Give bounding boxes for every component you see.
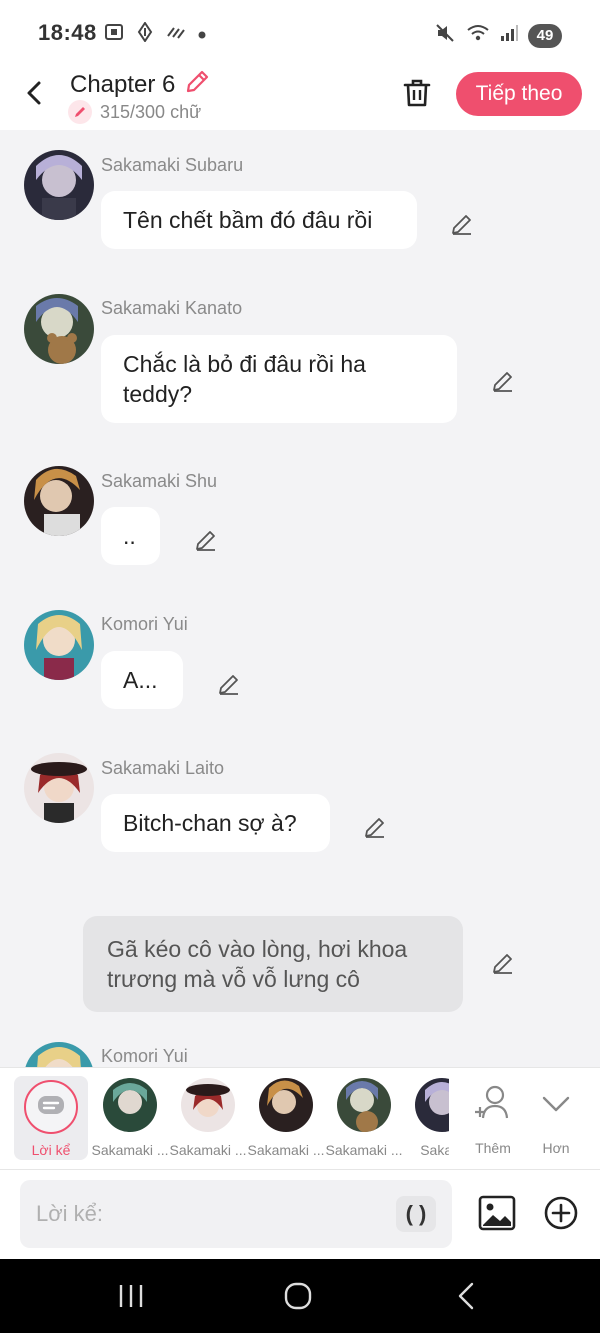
- character-avatar: [259, 1078, 313, 1132]
- status-left-icons: [104, 21, 206, 47]
- plus-circle-icon: [544, 1196, 578, 1230]
- narrator-tab[interactable]: Lời kể: [14, 1076, 88, 1160]
- message-bubble[interactable]: Chắc là bỏ đi đâu rồi ha teddy?: [101, 335, 457, 423]
- character-name: Sakamaki ...: [247, 1142, 325, 1158]
- character-name: Sakamaki ...: [169, 1142, 247, 1158]
- back-nav-button[interactable]: [446, 1281, 486, 1311]
- recent-apps-button[interactable]: [111, 1281, 151, 1311]
- notification-dot-icon: [198, 26, 206, 44]
- page-title: Chapter 6: [70, 70, 176, 98]
- battery-indicator: 49: [528, 23, 562, 48]
- character-avatar: [103, 1078, 157, 1132]
- character-avatar: [181, 1078, 235, 1132]
- next-button[interactable]: Tiếp theo: [456, 72, 582, 116]
- sender-name: Sakamaki Kanato: [101, 298, 243, 318]
- avatar: [24, 753, 94, 823]
- back-button[interactable]: [18, 76, 52, 110]
- chevron-down-icon: [542, 1096, 570, 1112]
- home-button[interactable]: [278, 1281, 318, 1311]
- status-time: 18:48: [38, 20, 97, 45]
- status-bar: 18:48 49: [0, 0, 600, 64]
- more-label: Hơn: [542, 1140, 570, 1156]
- add-character-label: Thêm: [475, 1140, 511, 1156]
- signal-icon: [500, 24, 518, 47]
- edit-narration-icon[interactable]: [490, 950, 516, 976]
- more-button[interactable]: Hơn: [530, 1080, 582, 1160]
- character-item[interactable]: Sakamaki ...: [325, 1076, 403, 1160]
- chat-area: Sakamaki Subaru Tên chết bầm đó đâu rồi …: [0, 130, 600, 1067]
- mute-icon: [434, 22, 456, 49]
- edit-title-icon[interactable]: [183, 68, 211, 101]
- app-logo-icon: [136, 21, 154, 47]
- message-bubble[interactable]: ..: [101, 507, 160, 565]
- character-avatar: [337, 1078, 391, 1132]
- avatar: [24, 294, 94, 364]
- message-bubble[interactable]: Bitch-chan sợ à?: [101, 794, 330, 852]
- narration-bubble[interactable]: Gã kéo cô vào lòng, hơi khoa trương mà v…: [83, 916, 463, 1012]
- edit-message-icon[interactable]: [490, 368, 516, 394]
- message-bubble[interactable]: Tên chết bầm đó đâu rồi: [101, 191, 417, 249]
- screenshot-icon: [104, 22, 124, 47]
- character-item[interactable]: Sakamaki ...: [91, 1076, 169, 1160]
- subtitle-row: 315/300 chữ: [68, 100, 201, 124]
- character-item[interactable]: Sakamaki ...: [247, 1076, 325, 1160]
- character-name: Sakamaki ...: [91, 1142, 169, 1158]
- edit-message-icon[interactable]: [216, 671, 242, 697]
- message-input[interactable]: [20, 1180, 452, 1248]
- pencil-badge-icon: [68, 100, 92, 124]
- character-avatar: [415, 1078, 449, 1132]
- character-item[interactable]: Sakam: [403, 1076, 449, 1160]
- wifi-calling-icon: [166, 24, 186, 45]
- edit-message-icon[interactable]: [362, 814, 388, 840]
- character-name: Sakam: [420, 1142, 449, 1158]
- sender-name: Sakamaki Laito: [101, 758, 225, 778]
- add-character-button[interactable]: Thêm: [467, 1080, 519, 1160]
- add-user-icon: [475, 1085, 509, 1119]
- avatar: [24, 150, 94, 220]
- character-name: Sakamaki ...: [325, 1142, 403, 1158]
- header: Chapter 6 315/300 chữ Tiếp theo: [0, 64, 600, 130]
- image-icon: [478, 1195, 516, 1231]
- add-button[interactable]: [543, 1195, 579, 1231]
- chevron-left-icon: [27, 81, 41, 105]
- recent-apps-icon: [119, 1285, 143, 1307]
- edit-message-icon[interactable]: [449, 211, 475, 237]
- wifi-icon: [466, 23, 490, 48]
- character-strip: Lời kể Sakamaki ... Sakamaki ... Sakamak…: [0, 1067, 600, 1169]
- avatar: [24, 610, 94, 680]
- word-count: 315/300 chữ: [100, 101, 202, 122]
- system-nav-bar: [0, 1259, 600, 1333]
- avatar: [24, 466, 94, 536]
- narrator-avatar: [24, 1080, 78, 1134]
- sender-name: Komori Yui: [101, 1046, 188, 1066]
- status-right-icons: 49: [434, 22, 562, 49]
- message-bubble[interactable]: A...: [101, 651, 183, 709]
- title-row: Chapter 6: [70, 68, 211, 101]
- parentheses-button[interactable]: ( ): [396, 1196, 436, 1232]
- sender-name: Sakamaki Shu: [101, 471, 218, 491]
- input-bar: ( ): [0, 1169, 600, 1259]
- home-icon: [284, 1282, 312, 1310]
- back-icon: [458, 1282, 474, 1310]
- chat-bubble-icon: [38, 1096, 64, 1114]
- insert-image-button[interactable]: [478, 1194, 516, 1232]
- avatar: [24, 1042, 94, 1067]
- edit-message-icon[interactable]: [193, 527, 219, 553]
- sender-name: Komori Yui: [101, 614, 188, 634]
- character-item[interactable]: Sakamaki ...: [169, 1076, 247, 1160]
- trash-icon: [403, 79, 431, 107]
- narrator-label: Lời kể: [31, 1142, 71, 1158]
- delete-button[interactable]: [400, 76, 434, 110]
- sender-name: Sakamaki Subaru: [101, 155, 244, 175]
